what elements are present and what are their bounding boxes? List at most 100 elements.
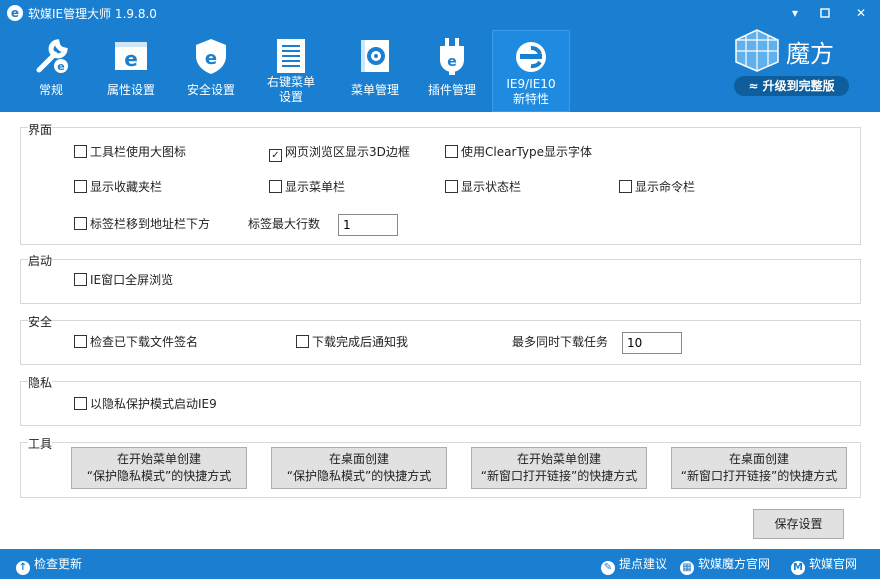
- checkbox-box[interactable]: [74, 335, 87, 348]
- brand-area: 魔方 ≈ 升级到完整版: [734, 28, 864, 98]
- checkbox-box[interactable]: [445, 180, 458, 193]
- tab-label: 右键菜单 设置: [266, 75, 315, 104]
- app-logo-icon: e: [7, 5, 23, 21]
- checkbox-menu-bar[interactable]: 显示菜单栏: [269, 179, 345, 195]
- gear-box-icon: [361, 40, 389, 72]
- button-line2: “保护隐私模式”的快捷方式: [286, 469, 432, 483]
- svg-text:e: e: [447, 54, 457, 70]
- svg-text:e: e: [57, 60, 64, 73]
- brand-name: 魔方: [786, 40, 834, 68]
- checkbox-box[interactable]: [445, 145, 458, 158]
- mofang-site-label: 软媒魔方官网: [698, 557, 771, 571]
- status-bar: ↑ 检查更新 ✎ 提点建议 ▦ 软媒魔方官网 M 软媒官网: [0, 549, 880, 579]
- tab-properties[interactable]: e 属性设置: [90, 30, 172, 110]
- check-update-label: 检查更新: [34, 557, 83, 571]
- checkbox-label: 显示状态栏: [461, 180, 522, 194]
- checkbox-label: 使用ClearType显示字体: [461, 145, 592, 159]
- arrow-up-icon: ↑: [16, 561, 30, 575]
- menu-dropdown-icon[interactable]: ▾: [784, 3, 806, 23]
- checkbox-webpage-3d-border[interactable]: ✓ 网页浏览区显示3D边框: [269, 144, 410, 162]
- svg-text:e: e: [205, 48, 217, 69]
- tab-label: 插件管理: [427, 83, 476, 97]
- max-downloads-label: 最多同时下载任务: [512, 335, 609, 349]
- button-line1: 在开始菜单创建: [116, 452, 201, 466]
- create-start-menu-newwindow-shortcut-button[interactable]: 在开始菜单创建 “新窗口打开链接”的快捷方式: [471, 447, 647, 489]
- tab-label: 常规: [38, 83, 63, 97]
- max-tab-rows-label: 标签最大行数: [248, 217, 321, 231]
- checkbox-label: IE窗口全屏浏览: [90, 273, 174, 287]
- context-menu-icon: [277, 39, 305, 73]
- checkbox-box[interactable]: [269, 180, 282, 193]
- checkbox-label: 显示收藏夹栏: [90, 180, 163, 194]
- button-line1: 在桌面创建: [728, 452, 789, 466]
- double-chevron-up-icon: ≈: [748, 79, 759, 93]
- checkbox-notify-download[interactable]: 下载完成后通知我: [296, 334, 408, 350]
- title-bar: e 软媒IE管理大师 1.9.8.0 ▾ □ ✕: [0, 0, 880, 26]
- minimize-button[interactable]: [814, 3, 836, 23]
- shield-e-icon: e: [196, 39, 226, 74]
- ruanmei-site-link[interactable]: M 软媒官网: [791, 556, 857, 575]
- group-title-security: 安全: [28, 313, 53, 330]
- tab-context-menu[interactable]: 右键菜单 设置: [250, 30, 332, 110]
- checkbox-favorites-bar[interactable]: 显示收藏夹栏: [74, 179, 162, 195]
- checkbox-label: 显示命令栏: [635, 180, 696, 194]
- upgrade-button[interactable]: ≈ 升级到完整版: [734, 76, 849, 96]
- feedback-link[interactable]: ✎ 提点建议: [601, 556, 667, 575]
- cube-icon: ▦: [680, 561, 694, 575]
- button-line2: “新窗口打开链接”的快捷方式: [680, 469, 838, 483]
- checkbox-status-bar[interactable]: 显示状态栏: [445, 179, 521, 195]
- checkbox-toolbar-large-icons[interactable]: 工具栏使用大图标: [74, 144, 186, 160]
- checkbox-box[interactable]: [296, 335, 309, 348]
- check-update-link[interactable]: ↑ 检查更新: [16, 556, 82, 575]
- max-downloads-input[interactable]: [622, 332, 682, 354]
- ruanmei-logo-icon: M: [791, 561, 805, 575]
- plug-e-icon: e: [440, 38, 464, 75]
- max-tab-rows-input[interactable]: [338, 214, 398, 236]
- close-button[interactable]: ✕: [850, 3, 872, 23]
- tab-security[interactable]: e 安全设置: [170, 30, 252, 110]
- ie-logo-icon: [516, 42, 546, 72]
- window-e-icon: e: [115, 42, 147, 71]
- button-line1: 在开始菜单创建: [516, 452, 601, 466]
- checkbox-inprivate-start[interactable]: 以隐私保护模式启动IE9: [74, 396, 217, 412]
- checkbox-command-bar[interactable]: 显示命令栏: [619, 179, 695, 195]
- ruanmei-site-label: 软媒官网: [809, 557, 858, 571]
- checkbox-label: 标签栏移到地址栏下方: [90, 217, 211, 231]
- mofang-site-link[interactable]: ▦ 软媒魔方官网: [680, 556, 770, 575]
- checkbox-cleartype[interactable]: 使用ClearType显示字体: [445, 144, 592, 160]
- svg-text:e: e: [124, 47, 138, 71]
- create-desktop-newwindow-shortcut-button[interactable]: 在桌面创建 “新窗口打开链接”的快捷方式: [671, 447, 847, 489]
- mofang-cube-icon: [735, 29, 779, 72]
- tab-menu-management[interactable]: 菜单管理: [334, 30, 416, 110]
- checkbox-label: 工具栏使用大图标: [90, 145, 187, 159]
- checkbox-box[interactable]: [74, 145, 87, 158]
- checkbox-box[interactable]: [74, 217, 87, 230]
- tab-label: 安全设置: [186, 83, 235, 97]
- checkbox-box[interactable]: [619, 180, 632, 193]
- checkbox-box[interactable]: [74, 180, 87, 193]
- create-desktop-inprivate-shortcut-button[interactable]: 在桌面创建 “保护隐私模式”的快捷方式: [271, 447, 447, 489]
- group-title-startup: 启动: [28, 252, 53, 269]
- button-line2: “新窗口打开链接”的快捷方式: [480, 469, 638, 483]
- checkbox-check-signature[interactable]: 检查已下载文件签名: [74, 334, 198, 350]
- tab-label: 属性设置: [106, 83, 155, 97]
- checkbox-label: 显示菜单栏: [285, 180, 346, 194]
- checkbox-box[interactable]: [74, 397, 87, 410]
- top-banner: e 软媒IE管理大师 1.9.8.0 ▾ □ ✕ e 常规 e 属性设置: [0, 0, 880, 112]
- create-start-menu-inprivate-shortcut-button[interactable]: 在开始菜单创建 “保护隐私模式”的快捷方式: [71, 447, 247, 489]
- checkbox-label: 网页浏览区显示3D边框: [285, 145, 410, 159]
- button-line2: “保护隐私模式”的快捷方式: [86, 469, 232, 483]
- group-title-interface: 界面: [28, 121, 53, 138]
- group-title-tools: 工具: [28, 435, 53, 452]
- tab-ie9-ie10-features[interactable]: IE9/IE10 新特性: [492, 30, 570, 112]
- checkbox-fullscreen[interactable]: IE窗口全屏浏览: [74, 272, 173, 288]
- checkbox-label: 以隐私保护模式启动IE9: [90, 397, 217, 411]
- tab-plugin-management[interactable]: e 插件管理: [411, 30, 493, 110]
- tab-label: IE9/IE10 新特性: [506, 77, 556, 106]
- checkbox-box[interactable]: [74, 273, 87, 286]
- tab-general[interactable]: e 常规: [10, 30, 92, 110]
- checkbox-box-checked[interactable]: ✓: [269, 149, 282, 162]
- save-settings-button[interactable]: 保存设置: [753, 509, 844, 539]
- checkbox-label: 检查已下载文件签名: [90, 335, 199, 349]
- checkbox-tabs-below-address[interactable]: 标签栏移到地址栏下方: [74, 216, 210, 232]
